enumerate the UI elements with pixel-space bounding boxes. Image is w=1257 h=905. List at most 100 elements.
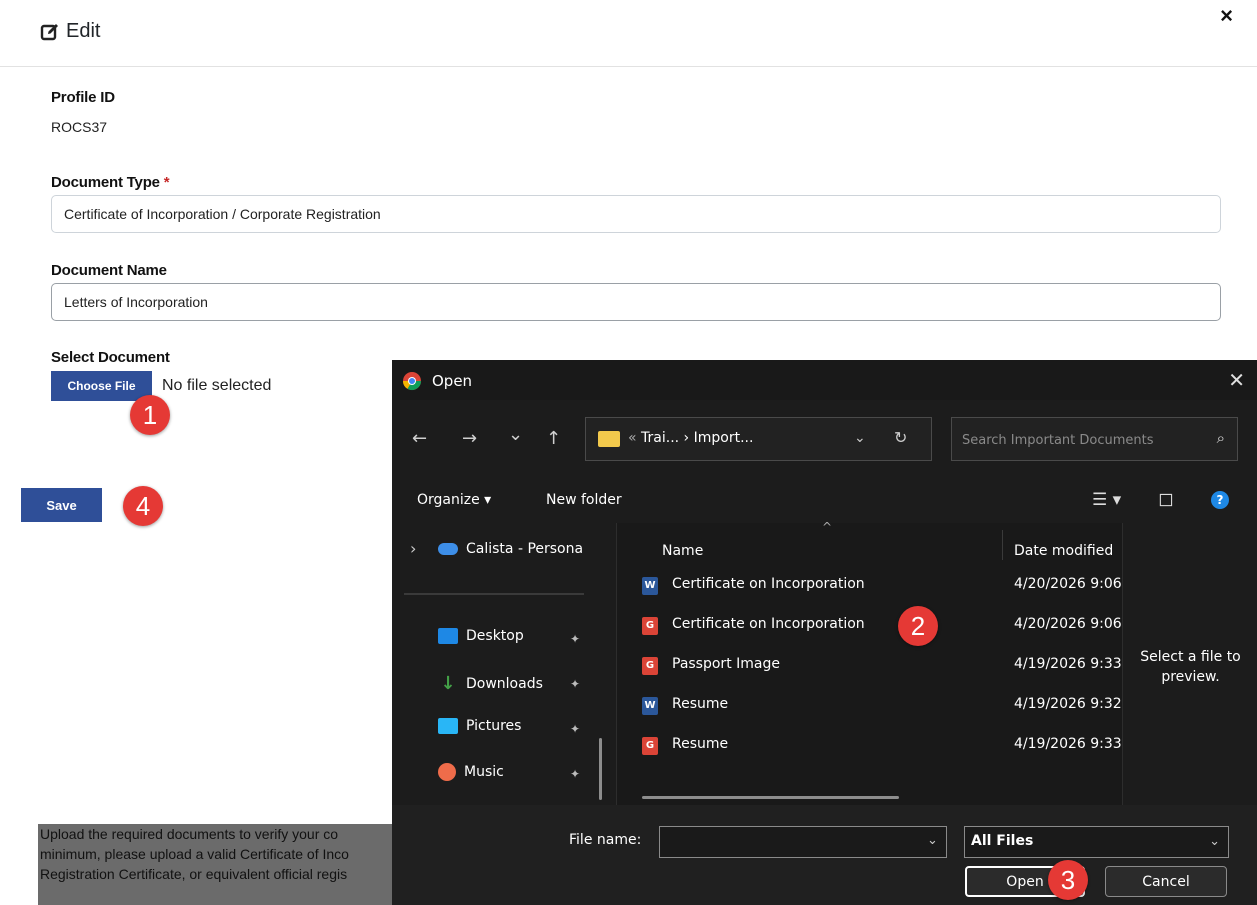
modal-title: Edit [40, 20, 100, 43]
save-button[interactable]: Save [21, 488, 102, 522]
music-icon [438, 763, 456, 781]
pin-icon[interactable]: ✦ [570, 722, 580, 736]
file-row[interactable]: G Certificate on Incorporation 4/20/2026… [642, 611, 1122, 641]
file-date: 4/19/2026 9:33 [1014, 736, 1122, 752]
search-icon[interactable]: ⌕ [1217, 429, 1225, 447]
column-header-name[interactable]: Name [662, 543, 703, 559]
select-document-label: Select Document [51, 349, 170, 366]
preview-pane: Select a file to preview. [1122, 523, 1257, 805]
back-arrow-icon[interactable]: ← [412, 428, 427, 449]
cloud-icon [438, 543, 458, 555]
column-separator[interactable] [1002, 530, 1003, 560]
word-doc-icon: W [642, 577, 658, 595]
file-row[interactable]: G Resume 4/19/2026 9:33 [642, 731, 1122, 761]
file-name: Resume [672, 736, 729, 752]
folder-icon [598, 431, 620, 447]
preview-pane-icon[interactable]: ◻ [1158, 488, 1174, 510]
pin-icon[interactable]: ✦ [570, 767, 580, 781]
sort-caret-icon: ^ [822, 520, 833, 534]
file-name-label: File name: [569, 832, 642, 848]
navigation-pane: › Calista - Persona Desktop ✦ ↓ Download… [392, 523, 617, 805]
sidebar-item-downloads[interactable]: ↓ Downloads [438, 673, 543, 694]
step-badge-4: 4 [123, 486, 163, 526]
dialog-toolbar: Organize ▾ New folder ☰ ▾ ◻ ? [392, 480, 1257, 523]
sidebar-item-music[interactable]: Music [438, 763, 504, 781]
help-icon[interactable]: ? [1211, 491, 1229, 509]
help-text-block: Upload the required documents to verify … [38, 824, 398, 905]
help-line: minimum, please upload a valid Certifica… [40, 846, 349, 862]
sidebar-item-label: Downloads [466, 675, 543, 692]
edit-icon [40, 23, 58, 40]
chrome-doc-icon: G [642, 617, 658, 635]
modal-header: Edit × [0, 0, 1257, 67]
file-row[interactable]: W Certificate on Incorporation 4/20/2026… [642, 571, 1122, 601]
pin-icon[interactable]: ✦ [570, 677, 580, 691]
no-file-selected-text: No file selected [162, 377, 272, 394]
preview-line: Select a file to [1140, 649, 1241, 665]
file-date: 4/19/2026 9:32 [1014, 696, 1122, 712]
preview-line: preview. [1161, 669, 1220, 685]
dialog-title: Open [432, 372, 473, 390]
up-arrow-icon[interactable]: ↑ [546, 428, 561, 449]
word-doc-icon: W [642, 697, 658, 715]
file-name-input[interactable] [659, 826, 947, 858]
sidebar-item-label: Calista - Persona [466, 541, 584, 557]
sidebar-item-desktop[interactable]: Desktop [438, 628, 524, 644]
refresh-icon[interactable]: ↻ [894, 428, 907, 447]
help-line: Upload the required documents to verify … [40, 826, 339, 842]
download-icon: ↓ [440, 673, 456, 694]
desktop-icon [438, 628, 458, 644]
file-list-scrollbar[interactable] [642, 796, 899, 799]
profile-id-label: Profile ID [51, 89, 115, 106]
sidebar-item-label: Desktop [466, 628, 524, 644]
search-input[interactable] [952, 418, 1204, 462]
open-file-dialog: Open ✕ ← → ⌄ ↑ « Trai... › Import... ⌄ ↻… [392, 360, 1257, 905]
pictures-icon [438, 718, 458, 734]
file-date: 4/20/2026 9:06 [1014, 576, 1122, 592]
new-folder-button[interactable]: New folder [546, 492, 622, 508]
file-type-value: All Files [971, 833, 1034, 849]
organize-menu[interactable]: Organize ▾ [417, 492, 491, 508]
recent-locations-chevron-icon[interactable]: ⌄ [508, 424, 523, 445]
document-type-field[interactable] [51, 195, 1221, 233]
file-name: Passport Image [672, 656, 780, 672]
forward-arrow-icon[interactable]: → [462, 428, 477, 449]
sidebar-item-onedrive[interactable]: Calista - Persona [438, 541, 583, 557]
step-badge-1: 1 [130, 395, 170, 435]
chevron-down-icon: ⌄ [1209, 834, 1220, 849]
column-header-date[interactable]: Date modified [1014, 543, 1113, 559]
address-chevron-down-icon[interactable]: ⌄ [854, 430, 866, 446]
address-path: « Trai... › Import... [628, 430, 753, 446]
step-badge-3: 3 [1048, 860, 1088, 900]
chrome-doc-icon: G [642, 657, 658, 675]
address-path-text: Trai... › Import... [641, 430, 754, 446]
modal-close-icon[interactable]: × [1220, 5, 1233, 27]
choose-file-button[interactable]: Choose File [51, 371, 152, 401]
cancel-button[interactable]: Cancel [1105, 866, 1227, 897]
required-mark: * [163, 174, 170, 191]
modal-title-text: Edit [66, 20, 101, 42]
address-prefix: « [628, 430, 637, 446]
file-name: Certificate on Incorporation [672, 616, 865, 632]
nav-divider [404, 593, 584, 595]
address-bar[interactable]: « Trai... › Import... ⌄ ↻ [585, 417, 932, 461]
document-type-label: Document Type * [51, 174, 170, 191]
chrome-doc-icon: G [642, 737, 658, 755]
file-row[interactable]: W Resume 4/19/2026 9:32 [642, 691, 1122, 721]
step-badge-2: 2 [898, 606, 938, 646]
pin-icon[interactable]: ✦ [570, 632, 580, 646]
file-date: 4/19/2026 9:33 [1014, 656, 1122, 672]
sidebar-item-pictures[interactable]: Pictures [438, 718, 521, 734]
file-type-select[interactable]: All Files ⌄ [964, 826, 1229, 858]
search-box[interactable]: ⌕ [951, 417, 1238, 462]
expand-chevron-icon[interactable]: › [410, 539, 416, 558]
document-name-field[interactable] [51, 283, 1221, 321]
chrome-icon [403, 372, 421, 391]
file-date: 4/20/2026 9:06 [1014, 616, 1122, 632]
profile-id-value: ROCS37 [51, 119, 108, 135]
view-options-icon[interactable]: ☰ ▾ [1092, 490, 1121, 510]
dialog-close-icon[interactable]: ✕ [1228, 368, 1245, 392]
file-name: Certificate on Incorporation [672, 576, 865, 592]
file-row[interactable]: G Passport Image 4/19/2026 9:33 [642, 651, 1122, 681]
nav-scrollbar[interactable] [599, 738, 602, 800]
